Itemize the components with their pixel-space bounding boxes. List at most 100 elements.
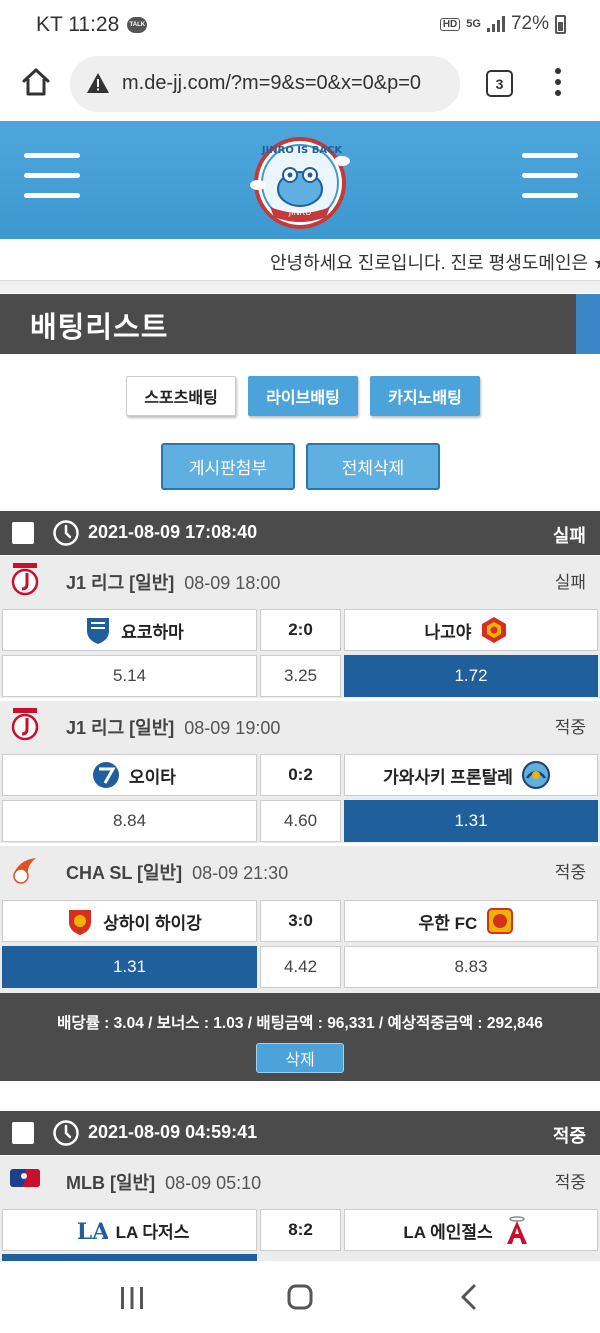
game-time: 08-09 05:10 [165, 1173, 262, 1193]
away-team: 우한 FC [344, 900, 598, 942]
slip-checkbox[interactable] [12, 1122, 34, 1144]
nagoya-team-icon [482, 617, 507, 643]
divider [0, 281, 600, 293]
home-team: LA LA 다저스 [2, 1209, 257, 1251]
attach-to-board-button[interactable]: 게시판첨부 [161, 443, 295, 490]
right-menu-icon[interactable] [522, 153, 578, 203]
hd-voice-icon: HD [439, 17, 461, 31]
kakaotalk-icon: TALK [127, 17, 148, 33]
away-odds-selected[interactable]: 1.72 [344, 655, 598, 697]
jinro-logo-icon: JINRO JINRO IS BACK [250, 137, 350, 229]
home-odds[interactable]: 5.14 [2, 655, 257, 697]
tab-live-betting[interactable]: 라이브배팅 [248, 376, 358, 416]
svg-text:JINRO IS BACK: JINRO IS BACK [261, 145, 344, 156]
oita-team-icon [93, 762, 120, 788]
svg-text:JINRO: JINRO [288, 208, 312, 217]
battery-percent: 72% [510, 13, 549, 34]
mlb-icon [10, 1169, 40, 1187]
slip-checkbox[interactable] [12, 522, 34, 544]
game-result: 적중 [554, 718, 586, 737]
csl-icon [13, 858, 36, 884]
score: 3:0 [260, 900, 341, 942]
league-name: CHA SL [일반] 08-09 21:30 [66, 863, 289, 883]
home-icon[interactable] [20, 66, 52, 98]
site-logo[interactable]: JINRO JINRO IS BACK [244, 127, 356, 235]
battery-icon [555, 14, 566, 34]
away-odds-selected[interactable]: 1.31 [344, 800, 598, 842]
slip-summary: 배당률 : 3.04 / 보너스 : 1.03 / 배팅금액 : 96,331 … [0, 993, 600, 1081]
wuhan-fc-team-icon [487, 908, 514, 934]
j-league-icon [11, 563, 39, 596]
page-title: 배팅리스트 [30, 312, 169, 344]
5g-icon: 5G [466, 18, 481, 30]
ticker-text: 안녕하세요 진로입니다. 진로 평생도메인은 ★ [270, 253, 600, 273]
slip-status: 실패 [552, 526, 586, 546]
game-header: CHA SL [일반] 08-09 21:30 적중 [0, 846, 600, 892]
game-result: 적중 [554, 863, 586, 882]
home-team: 오이타 [2, 754, 257, 796]
clock-icon [53, 520, 79, 546]
home-odds-selected[interactable]: 1.31 [2, 946, 257, 988]
carrier-time: KT 11:28 [36, 13, 120, 36]
status-right: HD 5G 72% [439, 13, 566, 35]
away-team: 가와사키 프론탈레 [344, 754, 598, 796]
slip-datetime: 2021-08-09 17:08:40 [88, 522, 258, 542]
title-accent [576, 294, 600, 354]
yokohama-team-icon [87, 618, 110, 644]
la-angels-team-icon [506, 1216, 527, 1244]
bet-type-tabs: 스포츠배팅 라이브배팅 카지노배팅 [0, 376, 600, 420]
url-text[interactable]: m.de-jj.com/?m=9&s=0&x=0&p=0 [122, 72, 452, 95]
draw-odds[interactable]: 4.42 [260, 946, 341, 988]
game-time: 08-09 21:30 [192, 863, 289, 883]
browser-toolbar: m.de-jj.com/?m=9&s=0&x=0&p=0 3 [0, 50, 600, 120]
la-dodgers-team-icon: LA [78, 1219, 108, 1245]
bet-slip-header: 2021-08-09 04:59:41 적중 [0, 1111, 600, 1155]
j-league-icon [11, 708, 39, 741]
recent-apps-icon[interactable] [118, 1285, 146, 1311]
draw-odds[interactable]: 3.25 [260, 655, 341, 697]
league-name: MLB [일반] 08-09 05:10 [66, 1173, 262, 1193]
slip-datetime: 2021-08-09 04:59:41 [88, 1122, 258, 1142]
game-result: 적중 [554, 1173, 586, 1192]
game-time: 08-09 19:00 [184, 718, 281, 738]
away-team: 나고야 [344, 609, 598, 651]
score: 8:2 [260, 1209, 341, 1251]
draw-odds[interactable]: 4.60 [260, 800, 341, 842]
kawasaki-team-icon [521, 761, 550, 789]
warning-icon[interactable] [86, 72, 110, 94]
back-icon[interactable] [458, 1283, 480, 1311]
game-result: 실패 [554, 573, 586, 592]
score: 0:2 [260, 754, 341, 796]
home-team: 상하이 하이강 [2, 900, 257, 942]
site-header: JINRO JINRO IS BACK [0, 121, 600, 239]
slip-summary-text: 배당률 : 3.04 / 보너스 : 1.03 / 배팅금액 : 96,331 … [57, 1015, 543, 1032]
shanghai-port-team-icon [69, 910, 92, 935]
delete-all-button[interactable]: 전체삭제 [306, 443, 440, 490]
game-header: MLB [일반] 08-09 05:10 적중 [0, 1156, 600, 1202]
more-menu-icon[interactable] [552, 68, 564, 98]
page-title-bar: 배팅리스트 [0, 294, 600, 354]
status-left: KT 11:28 TALK [36, 13, 148, 37]
delete-slip-button[interactable]: 삭제 [256, 1043, 344, 1073]
slip-status: 적중 [552, 1126, 586, 1146]
game-time: 08-09 18:00 [184, 573, 281, 593]
away-odds[interactable]: 8.83 [344, 946, 598, 988]
score: 2:0 [260, 609, 341, 651]
league-name: J1 리그 [일반] 08-09 18:00 [66, 573, 281, 593]
home-team: 요코하마 [2, 609, 257, 651]
home-nav-icon[interactable] [286, 1283, 314, 1311]
address-bar[interactable]: m.de-jj.com/?m=9&s=0&x=0&p=0 [70, 56, 460, 112]
tab-casino-betting[interactable]: 카지노배팅 [370, 376, 480, 416]
notice-ticker: 안녕하세요 진로입니다. 진로 평생도메인은 ★ [0, 239, 600, 281]
left-menu-icon[interactable] [24, 153, 80, 203]
game-header: J1 리그 [일반] 08-09 18:00 실패 [0, 556, 600, 602]
league-name: J1 리그 [일반] 08-09 19:00 [66, 718, 281, 738]
tab-switcher-button[interactable]: 3 [486, 70, 513, 97]
status-bar: KT 11:28 TALK HD 5G 72% [0, 0, 600, 50]
bet-slip-header: 2021-08-09 17:08:40 실패 [0, 511, 600, 555]
away-team: LA 에인절스 [344, 1209, 598, 1251]
clock-icon [53, 1120, 79, 1146]
tab-sports-betting[interactable]: 스포츠배팅 [126, 376, 236, 416]
game-header: J1 리그 [일반] 08-09 19:00 적중 [0, 701, 600, 747]
home-odds[interactable]: 8.84 [2, 800, 257, 842]
